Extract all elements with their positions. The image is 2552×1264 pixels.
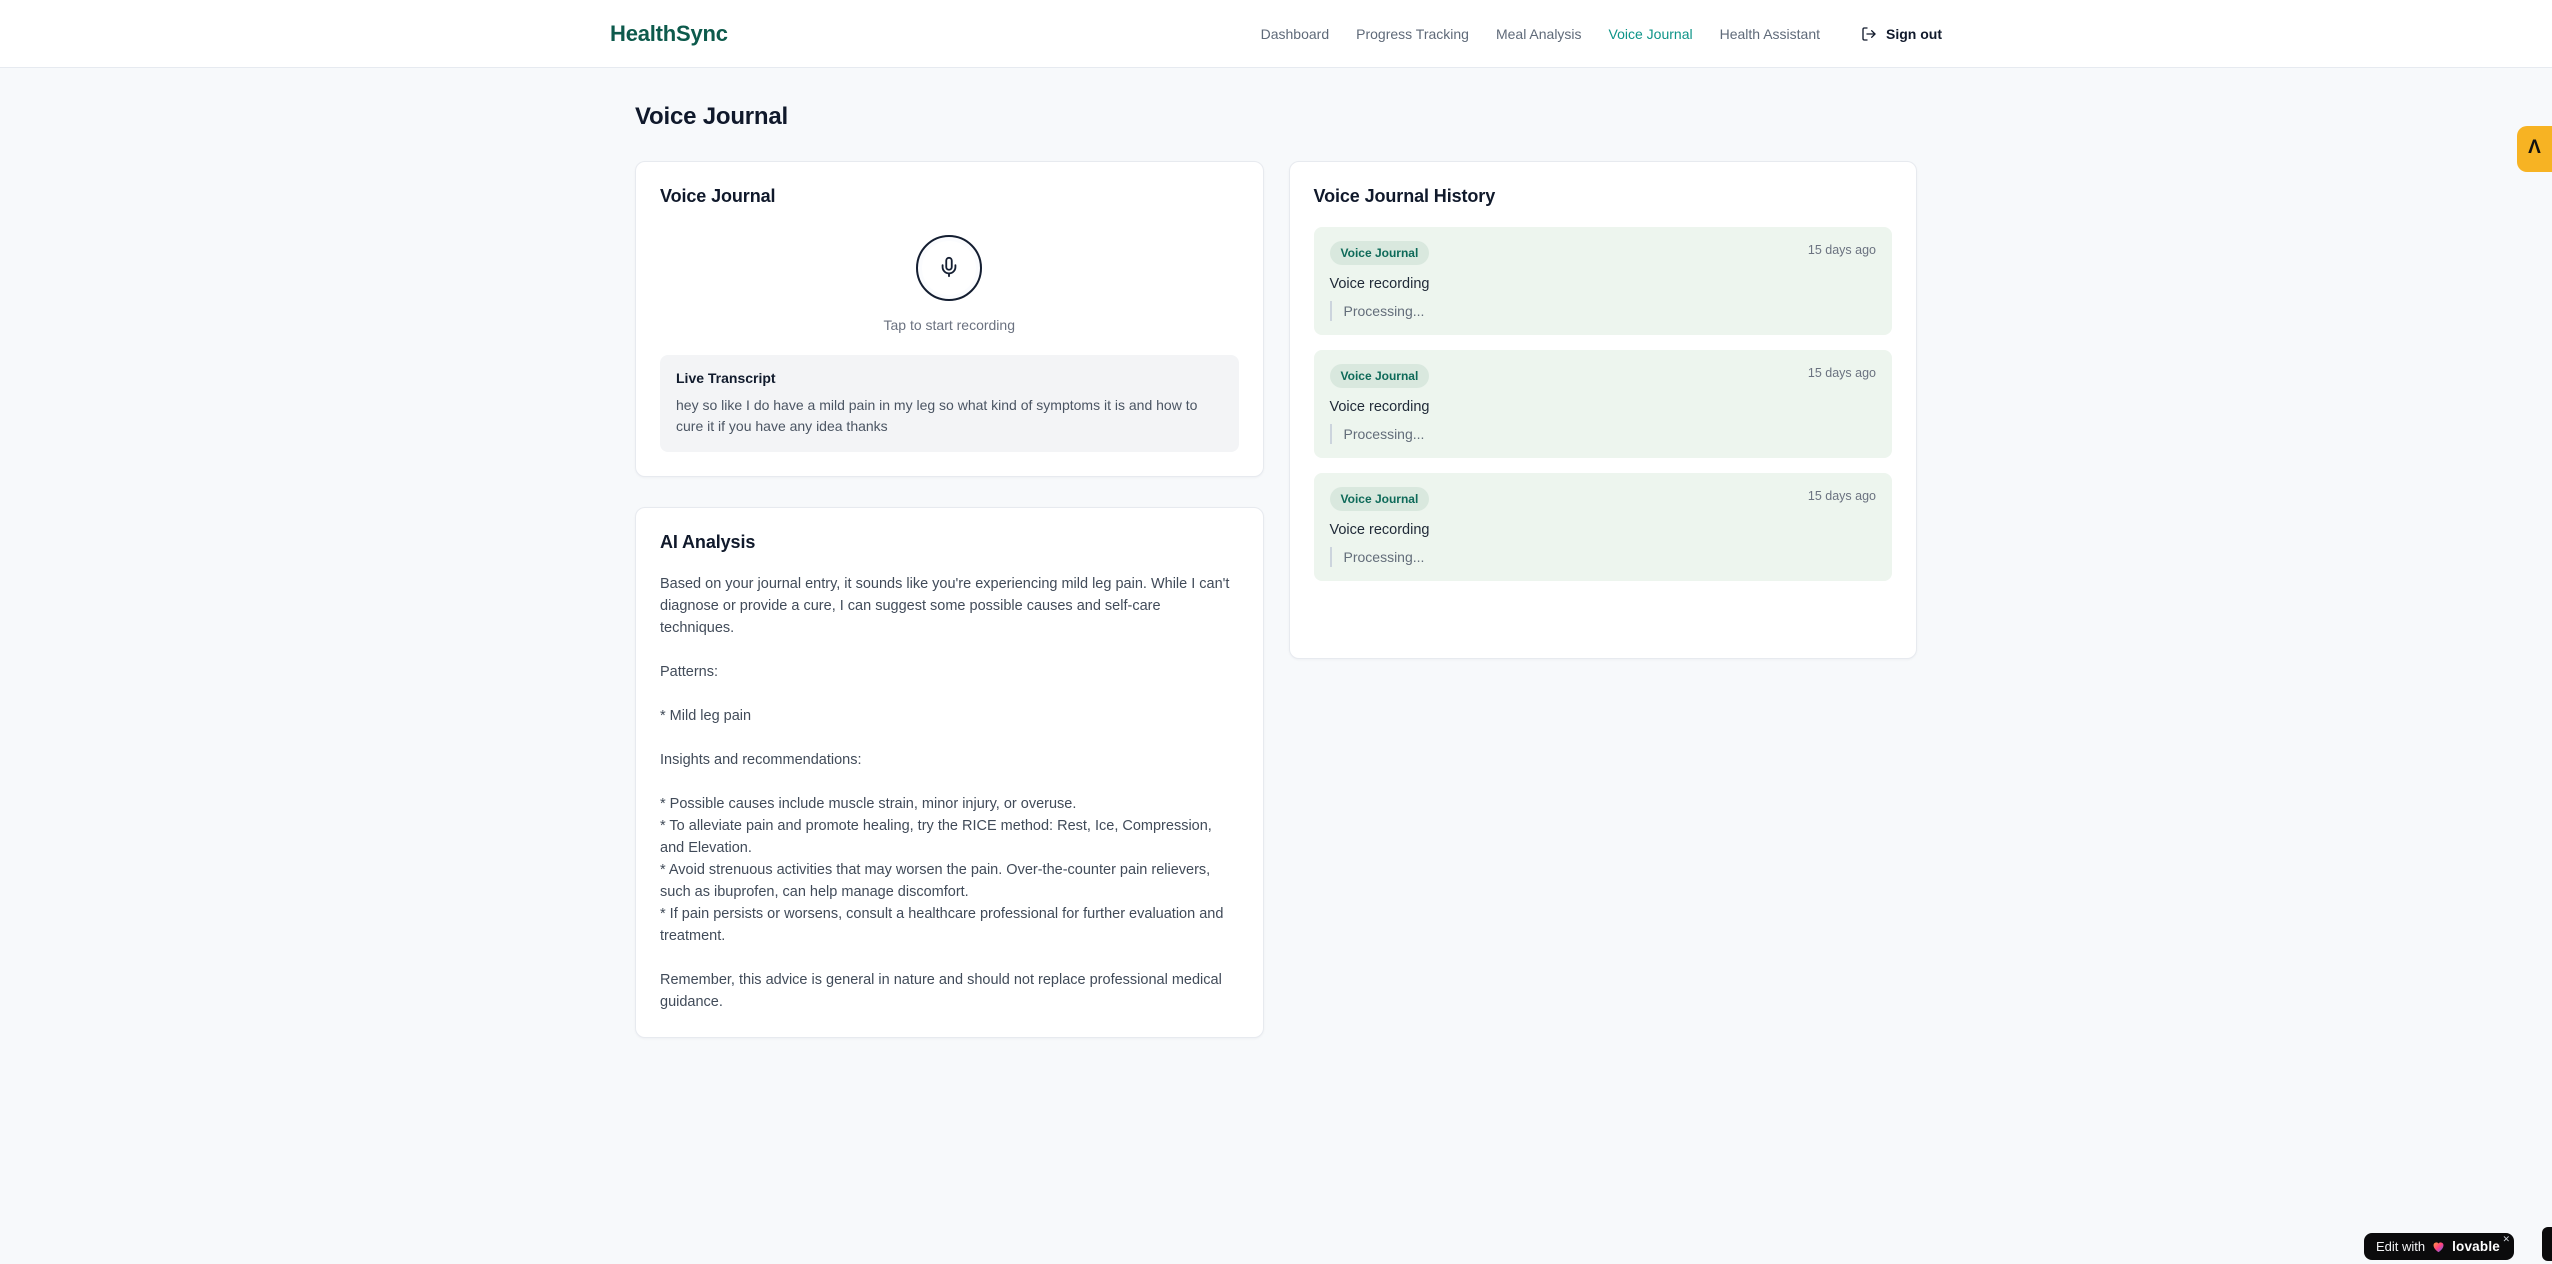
analysis-bullet: * If pain persists or worsens, consult a… (660, 906, 1224, 944)
analysis-paragraph: Remember, this advice is general in natu… (660, 972, 1222, 1010)
microphone-icon (938, 256, 960, 281)
entry-timestamp: 15 days ago (1807, 243, 1876, 257)
widget-logo-icon: Λ (2528, 137, 2541, 158)
edit-with-lovable-badge[interactable]: Edit with lovable ✕ (2363, 1233, 2514, 1260)
analysis-bullet: * Possible causes include muscle strain,… (660, 796, 1077, 812)
nav-item-meal-analysis[interactable]: Meal Analysis (1496, 26, 1582, 42)
entry-type-badge: Voice Journal (1329, 364, 1430, 388)
analysis-bullet: * Avoid strenuous activities that may wo… (660, 862, 1211, 900)
recorder-area: Tap to start recording (660, 227, 1239, 333)
nav-item-voice-journal[interactable]: Voice Journal (1609, 26, 1693, 42)
log-out-icon (1861, 26, 1877, 42)
entry-header: Voice Journal 15 days ago (1329, 364, 1876, 388)
entry-timestamp: 15 days ago (1807, 366, 1876, 380)
live-transcript-text: hey so like I do have a mild pain in my … (676, 397, 1198, 434)
brand-logo[interactable]: HealthSync (610, 21, 728, 47)
entry-status: Processing... (1329, 301, 1877, 321)
close-icon[interactable]: ✕ (2502, 1234, 2510, 1245)
entry-type-badge: Voice Journal (1329, 487, 1430, 511)
live-transcript-box: Live Transcript hey so like I do have a … (660, 355, 1239, 452)
entry-label: Voice recording (1329, 399, 1430, 415)
entry-label: Voice recording (1329, 522, 1430, 538)
entry-status: Processing... (1329, 424, 1877, 444)
page-title: Voice Journal (635, 103, 789, 130)
recorder-card-title: Voice Journal (660, 186, 776, 206)
header-container: HealthSync Dashboard Progress Tracking M… (606, 0, 1946, 67)
record-button[interactable] (916, 235, 983, 301)
history-entry[interactable]: Voice Journal 15 days ago Voice recordin… (1313, 473, 1892, 581)
side-widget-badge[interactable]: Λ (2517, 126, 2552, 172)
entry-header: Voice Journal 15 days ago (1329, 487, 1876, 511)
sign-out-label: Sign out (1886, 25, 1942, 42)
voice-journal-history-card: Voice Journal History Voice Journal 15 d… (1288, 161, 1917, 659)
sign-out-button[interactable]: Sign out (1861, 26, 1942, 42)
lovable-heart-icon (2431, 1239, 2446, 1254)
edit-with-label: Edit with (2375, 1239, 2426, 1254)
live-transcript-title: Live Transcript (676, 370, 776, 386)
entry-timestamp: 15 days ago (1807, 489, 1876, 503)
ai-analysis-title: AI Analysis (660, 532, 756, 552)
left-column: Voice Journal Tap to start recording Liv… (635, 161, 1264, 1038)
tap-to-record-hint: Tap to start recording (883, 317, 1015, 333)
top-header: HealthSync Dashboard Progress Tracking M… (0, 0, 2552, 68)
content-grid: Voice Journal Tap to start recording Liv… (635, 161, 1917, 1038)
ai-analysis-card: AI Analysis Based on your journal entry,… (635, 507, 1264, 1038)
ai-analysis-body: Based on your journal entry, it sounds l… (660, 573, 1239, 1013)
entry-status: Processing... (1329, 547, 1877, 567)
right-column: Voice Journal History Voice Journal 15 d… (1288, 161, 1917, 659)
analysis-bullet: * Mild leg pain (660, 708, 752, 724)
main-nav: Dashboard Progress Tracking Meal Analysi… (1261, 26, 1942, 42)
history-entry[interactable]: Voice Journal 15 days ago Voice recordin… (1313, 350, 1892, 458)
nav-item-dashboard[interactable]: Dashboard (1261, 26, 1330, 42)
history-card-title: Voice Journal History (1313, 186, 1496, 206)
entry-type-badge: Voice Journal (1329, 241, 1430, 265)
collapsed-corner-badge[interactable] (2542, 1227, 2552, 1261)
entry-header: Voice Journal 15 days ago (1329, 241, 1876, 265)
main-content: Voice Journal Voice Journal Tap to start… (635, 68, 1917, 1038)
entry-label: Voice recording (1329, 276, 1430, 292)
history-entry[interactable]: Voice Journal 15 days ago Voice recordin… (1313, 227, 1892, 335)
analysis-paragraph: Based on your journal entry, it sounds l… (660, 576, 1230, 636)
analysis-bullet: * To alleviate pain and promote healing,… (660, 818, 1212, 856)
lovable-brand-label: lovable (2452, 1239, 2500, 1254)
nav-item-progress-tracking[interactable]: Progress Tracking (1356, 26, 1469, 42)
voice-journal-recorder-card: Voice Journal Tap to start recording Liv… (635, 161, 1264, 477)
nav-item-health-assistant[interactable]: Health Assistant (1720, 26, 1820, 42)
analysis-paragraph: Insights and recommendations: (660, 752, 862, 768)
analysis-paragraph: Patterns: (660, 664, 719, 680)
